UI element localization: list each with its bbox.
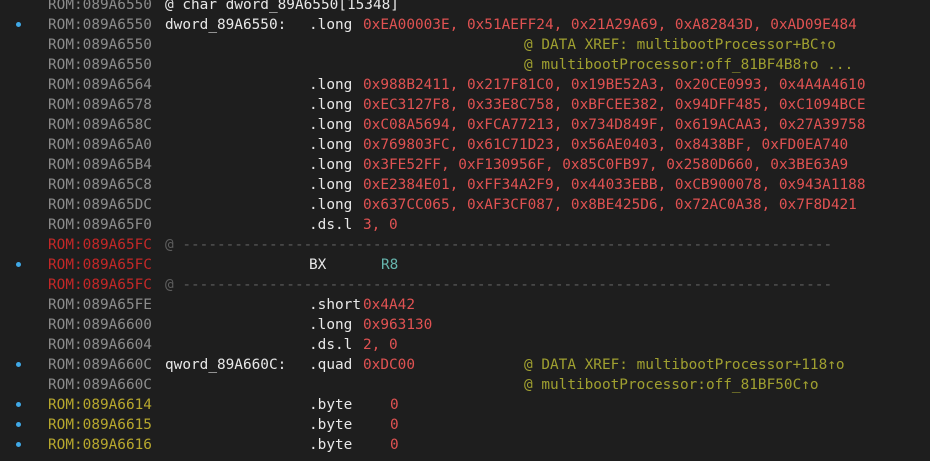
listing-line[interactable]: ROM:089A6550 @ char dword_89A6550[15348] [0,0,930,15]
operands[interactable]: 0xC08A5694, 0xFCA77213, 0x734D849F, 0x61… [363,115,866,135]
mnemonic[interactable]: BX [309,255,326,275]
mnemonic[interactable]: .long [309,315,352,335]
mnemonic[interactable]: .byte [309,395,352,415]
breakpoint-dot[interactable] [16,362,21,367]
breakpoint-dot[interactable] [16,262,21,267]
operands[interactable]: 0xEA00003E, 0x51AEFF24, 0x21A29A69, 0xA8… [363,15,857,35]
operands[interactable]: 0 [390,415,399,435]
array-declaration: @ char dword_89A6550[15348] [165,0,399,13]
operands[interactable]: 0 [390,395,399,415]
register-operand[interactable]: R8 [381,255,398,275]
line-address[interactable]: ROM:089A65FC [48,235,152,255]
mnemonic[interactable]: .long [309,95,352,115]
mnemonic[interactable]: .byte [309,435,352,455]
listing-line[interactable]: ROM:089A6550 dword_89A6550: .long 0xEA00003… [0,15,930,35]
operands[interactable]: 0 [390,435,399,455]
listing-line[interactable]: ROM:089A6578 .long 0xEC3127F8, 0x33E8C758,… [0,95,930,115]
listing-line[interactable]: ROM:089A65F0 .ds.l 3, 0 [0,215,930,235]
mnemonic[interactable]: .long [309,155,352,175]
line-address[interactable]: ROM:089A658C [48,115,152,135]
line-address[interactable]: ROM:089A6578 [48,95,152,115]
listing-line[interactable]: ROM:089A65A0 .long 0x769803FC, 0x61C71D23,… [0,135,930,155]
mnemonic[interactable]: .long [309,115,352,135]
listing-line[interactable]: ROM:089A6615 .byte 0 [0,415,930,435]
line-address[interactable]: ROM:089A65C8 [48,175,152,195]
operands[interactable]: 0xEC3127F8, 0x33E8C758, 0xBFCEE382, 0x94… [363,95,866,115]
listing-line[interactable]: ROM:089A658C .long 0xC08A5694, 0xFCA77213,… [0,115,930,135]
line-address[interactable]: ROM:089A6550 [48,55,152,75]
operands[interactable]: 0x637CC065, 0xAF3CF087, 0x8BE425D6, 0x72… [363,195,857,215]
separator-line: @ --------------------------------------… [165,277,833,293]
breakpoint-dot[interactable] [16,402,21,407]
mnemonic[interactable]: .short [309,295,361,315]
operands[interactable]: 0xDC00 [363,355,415,375]
listing-line[interactable]: ROM:089A6604 .ds.l 2, 0 [0,335,930,355]
listing-line[interactable]: ROM:089A65C8 .long 0xE2384E01, 0xFF34A2F9,… [0,175,930,195]
breakpoint-dot[interactable] [16,442,21,447]
operands[interactable]: 0x3FE52FF, 0xF130956F, 0x85C0FB97, 0x258… [363,155,848,175]
line-address[interactable]: ROM:089A6550 [48,35,152,55]
line-address[interactable]: ROM:089A6615 [48,415,152,435]
mnemonic[interactable]: .quad [309,355,352,375]
listing-line[interactable]: ROM:089A6616 .byte 0 [0,435,930,455]
listing-line[interactable]: ROM:089A6600 .long 0x963130 [0,315,930,335]
line-address[interactable]: ROM:089A6616 [48,435,152,455]
mnemonic[interactable]: .long [309,135,352,155]
line-address[interactable]: ROM:089A65FC [48,275,152,295]
operands[interactable]: 0x963130 [363,315,432,335]
line-address[interactable]: ROM:089A65FE [48,295,152,315]
breakpoint-dot[interactable] [16,422,21,427]
separator-line: @ --------------------------------------… [165,237,833,253]
listing-line[interactable]: ROM:089A660C @ multibootProcessor:off_81B… [0,375,930,395]
listing-line[interactable]: ROM:089A65FE .short 0x4A42 [0,295,930,315]
listing-line[interactable]: ROM:089A6550 @ DATA XREF: multibootProces… [0,35,930,55]
data-label[interactable]: qword_89A660C: [165,355,286,375]
xref-comment[interactable]: @ multibootProcessor:off_81BF4B8↑o ... [524,55,853,75]
line-address[interactable]: ROM:089A6600 [48,315,152,335]
listing-line[interactable]: ROM:089A65FC BX R8 [0,255,930,275]
disassembly-listing[interactable]: ROM:089A6550 @ char dword_89A6550[15348] R… [0,0,930,455]
data-label[interactable]: dword_89A6550: [165,15,286,35]
operands[interactable]: 0xE2384E01, 0xFF34A2F9, 0x44033EBB, 0xCB… [363,175,866,195]
line-address[interactable]: ROM:089A65B4 [48,155,152,175]
breakpoint-dot[interactable] [16,22,21,27]
mnemonic[interactable]: .long [309,75,352,95]
mnemonic[interactable]: .byte [309,415,352,435]
line-address[interactable]: ROM:089A65F0 [48,215,152,235]
line-address[interactable]: ROM:089A65A0 [48,135,152,155]
listing-line[interactable]: ROM:089A65B4 .long 0x3FE52FF, 0xF130956F, … [0,155,930,175]
line-address[interactable]: ROM:089A65DC [48,195,152,215]
line-address[interactable]: ROM:089A660C [48,375,152,395]
line-address[interactable]: ROM:089A6550 [48,15,152,35]
operands[interactable]: 0x4A42 [363,295,415,315]
line-address[interactable]: ROM:089A6564 [48,75,152,95]
xref-comment[interactable]: @ multibootProcessor:off_81BF50C↑o [524,375,819,395]
listing-line[interactable]: ROM:089A65FC @ --------------------------… [0,275,930,295]
operands[interactable]: 0x988B2411, 0x217F81C0, 0x19BE52A3, 0x20… [363,75,866,95]
operands[interactable]: 0x769803FC, 0x61C71D23, 0x56AE0403, 0x84… [363,135,848,155]
line-address[interactable]: ROM:089A6550 [48,0,152,15]
operands[interactable]: 2, 0 [363,335,398,355]
line-address[interactable]: ROM:089A6614 [48,395,152,415]
line-address[interactable]: ROM:089A660C [48,355,152,375]
listing-line[interactable]: ROM:089A6550 @ multibootProcessor:off_81B… [0,55,930,75]
mnemonic[interactable]: .ds.l [309,335,352,355]
line-address[interactable]: ROM:089A6604 [48,335,152,355]
listing-line[interactable]: ROM:089A65DC .long 0x637CC065, 0xAF3CF087,… [0,195,930,215]
listing-line[interactable]: ROM:089A6564 .long 0x988B2411, 0x217F81C0,… [0,75,930,95]
mnemonic[interactable]: .long [309,175,352,195]
mnemonic[interactable]: .long [309,15,352,35]
mnemonic[interactable]: .ds.l [309,215,352,235]
mnemonic[interactable]: .long [309,195,352,215]
operands[interactable]: 3, 0 [363,215,398,235]
xref-comment[interactable]: @ DATA XREF: multibootProcessor+BC↑o [524,35,836,55]
listing-line[interactable]: ROM:089A660C qword_89A660C: .quad 0xDC00 @ D… [0,355,930,375]
listing-line[interactable]: ROM:089A6614 .byte 0 [0,395,930,415]
listing-line[interactable]: ROM:089A65FC @ --------------------------… [0,235,930,255]
line-address[interactable]: ROM:089A65FC [48,255,152,275]
xref-comment[interactable]: @ DATA XREF: multibootProcessor+118↑o [524,355,845,375]
